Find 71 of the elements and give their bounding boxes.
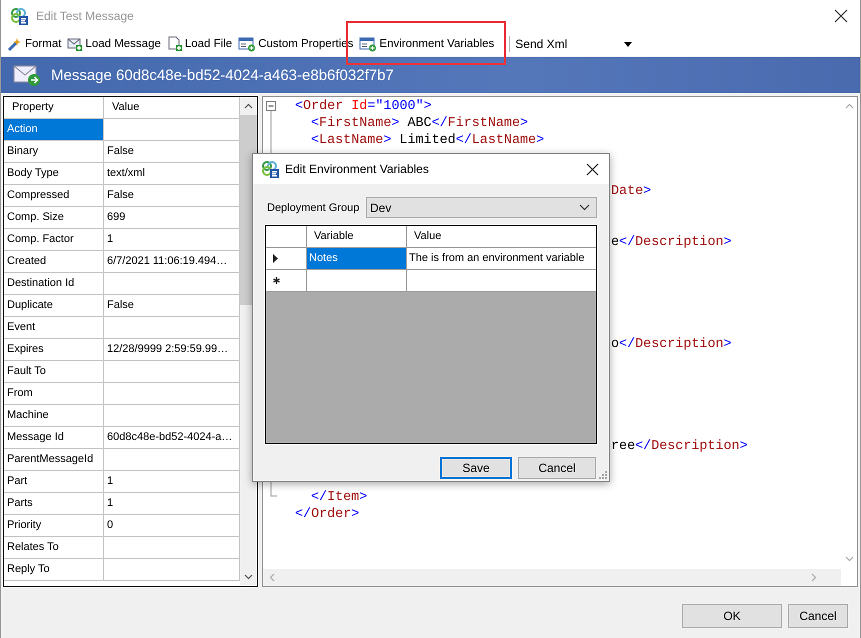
property-name[interactable]: Duplicate — [4, 295, 104, 317]
property-name[interactable]: Priority — [4, 515, 104, 537]
code-line: <Order Id="1000"> — [295, 98, 432, 115]
code-line: <FirstName> ABC</FirstName> — [311, 115, 528, 132]
close-icon[interactable] — [834, 9, 848, 23]
property-name[interactable]: Comp. Factor — [4, 229, 104, 251]
toolbar-button[interactable]: Load File — [164, 33, 236, 55]
scroll-left-icon[interactable] — [269, 573, 275, 582]
new-row-icon — [273, 277, 280, 284]
column-header[interactable]: Variable — [307, 226, 407, 248]
app-icon — [10, 7, 28, 25]
resize-grip-icon — [599, 471, 607, 479]
property-name[interactable]: Fault To — [4, 361, 104, 383]
property-name[interactable]: Machine — [4, 405, 104, 427]
property-name[interactable]: Created — [4, 251, 104, 273]
chevron-down-icon — [579, 204, 590, 211]
dialog-button[interactable]: Cancel — [788, 604, 848, 628]
property-name[interactable]: Compressed — [4, 185, 104, 207]
dialog-button[interactable]: OK — [682, 604, 782, 628]
property-name[interactable]: Parts — [4, 493, 104, 515]
code-line: Date> — [611, 183, 652, 200]
value-cell[interactable]: The is from an environment variable — [407, 248, 596, 270]
scroll-up-icon[interactable] — [244, 103, 253, 109]
row-pointer-icon — [273, 254, 278, 263]
dialog-title: Edit Environment Variables — [285, 162, 430, 176]
code-line: </Order> — [295, 506, 360, 523]
app-icon — [261, 160, 279, 178]
window-title: Edit Test Message — [36, 9, 135, 23]
document-add-icon — [166, 36, 183, 52]
dialog-button[interactable]: Cancel — [518, 457, 596, 479]
table-cell[interactable] — [307, 270, 407, 292]
envelope-icon — [13, 63, 41, 87]
property-name[interactable]: Part — [4, 471, 104, 493]
property-name[interactable]: Body Type — [4, 163, 104, 185]
property-name[interactable]: Reply To — [4, 559, 104, 581]
scroll-down-icon[interactable] — [244, 574, 253, 580]
row-header[interactable] — [266, 248, 307, 270]
field-label: Deployment Group — [267, 202, 360, 214]
dropdown-arrow-icon — [624, 42, 632, 46]
close-icon[interactable] — [586, 162, 599, 176]
code-line: </Item> — [311, 489, 368, 506]
toolbar-button[interactable]: Format — [4, 33, 64, 55]
table-cell[interactable] — [407, 270, 596, 292]
message-title: Message 60d8c48e-bd52-4024-a463-e8b6f032f7b7 — [51, 66, 394, 84]
code-line: <LastName> Limited</LastName> — [311, 132, 544, 149]
table-add-icon — [359, 36, 378, 52]
wand-icon — [7, 36, 23, 52]
code-line: ree</Description> — [611, 438, 748, 455]
envelope-add-icon — [67, 36, 84, 52]
toolbar-button[interactable]: Load Message — [64, 33, 164, 55]
scrollbar[interactable] — [263, 569, 841, 586]
property-name[interactable]: Action — [4, 119, 104, 141]
property-name[interactable]: Relates To — [4, 537, 104, 559]
property-name[interactable]: Destination Id — [4, 273, 104, 295]
property-name[interactable]: Event — [4, 317, 104, 339]
scroll-right-icon[interactable] — [811, 573, 817, 582]
table-add-icon — [238, 36, 256, 52]
property-name[interactable]: Comp. Size — [4, 207, 104, 229]
dialog-button[interactable]: Save — [440, 457, 512, 479]
property-name[interactable]: Binary — [4, 141, 104, 163]
group-dropdown[interactable]: Dev — [366, 197, 597, 218]
variable-cell[interactable]: Notes — [307, 248, 407, 270]
property-name[interactable]: Message Id — [4, 427, 104, 449]
code-line: o</Description> — [611, 336, 732, 353]
row-header[interactable] — [266, 270, 307, 292]
property-name[interactable]: From — [4, 383, 104, 405]
column-header[interactable]: Value — [407, 226, 596, 248]
code-line: e</Description> — [611, 234, 732, 251]
toolbar-button[interactable]: Environment Variables — [356, 33, 498, 55]
property-name[interactable]: Expires — [4, 339, 104, 361]
property-name[interactable]: ParentMessageId — [4, 449, 104, 471]
